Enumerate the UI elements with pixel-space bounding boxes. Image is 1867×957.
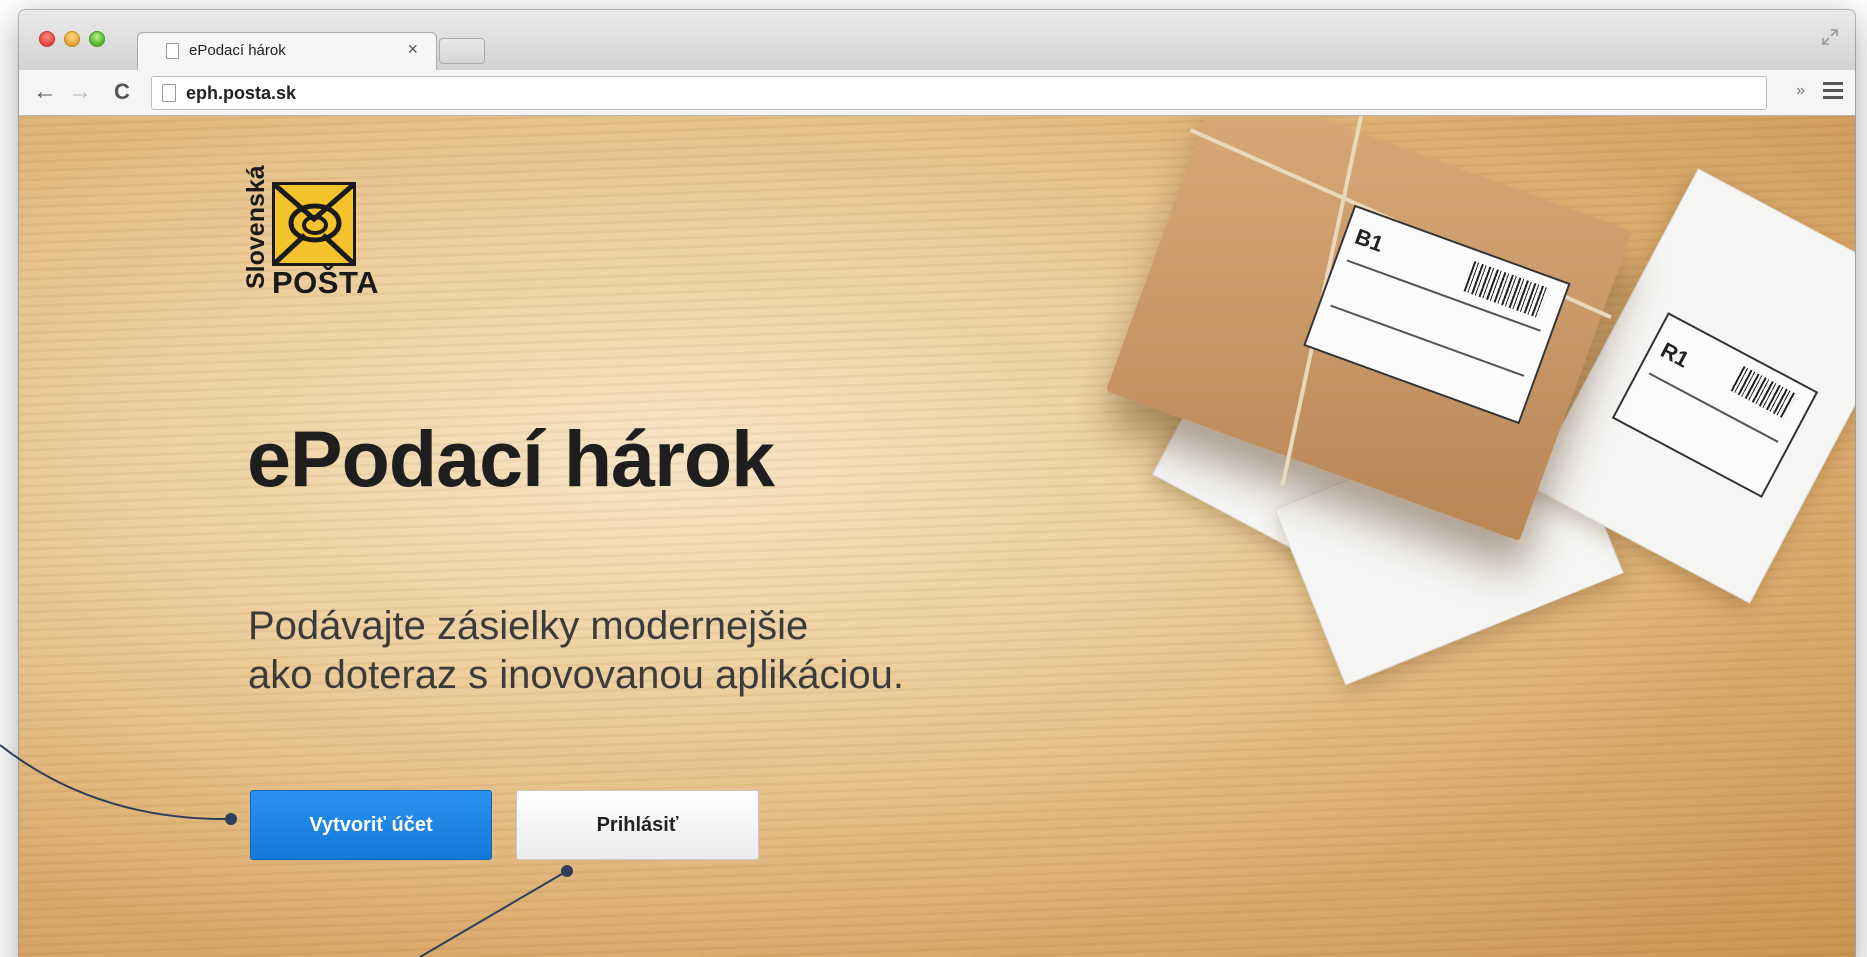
address-input[interactable] (186, 80, 1746, 106)
hero-subtitle: Podávajte zásielky modernejšie ako doter… (248, 602, 1008, 700)
tab-strip: ePodací hárok × (19, 10, 1855, 72)
browser-toolbar: ← → C » (19, 70, 1855, 116)
new-tab-button[interactable] (439, 38, 485, 64)
side-label-code: R1 (1656, 337, 1694, 373)
hero-subtitle-line-2: ako doteraz s inovovanou aplikáciou. (248, 653, 904, 697)
window-close-button[interactable] (39, 31, 55, 47)
parcels-illustration: R1 B1 (1059, 116, 1855, 686)
create-account-button[interactable]: Vytvoriť účet (250, 790, 492, 860)
address-bar[interactable] (151, 76, 1767, 110)
menu-icon[interactable] (1823, 82, 1843, 100)
back-button[interactable]: ← (33, 78, 57, 106)
login-button[interactable]: Prihlásiť (516, 790, 759, 860)
page-icon (166, 43, 179, 59)
reload-button[interactable]: C (114, 78, 130, 106)
page-content: Slovenská POŠTA ePodací hárok Podávajte … (19, 116, 1855, 957)
parcel-label-code: B1 (1351, 223, 1387, 257)
page-icon (162, 84, 176, 102)
window-zoom-button[interactable] (89, 31, 105, 47)
tab-active[interactable]: ePodací hárok × (137, 32, 437, 72)
page-title: ePodací hárok (247, 414, 775, 503)
tab-close-icon[interactable]: × (407, 39, 418, 60)
logo-vertical-text: Slovenská (242, 165, 270, 289)
forward-button[interactable]: → (68, 78, 92, 106)
logo-text: POŠTA (272, 265, 379, 300)
tab-title: ePodací hárok (189, 42, 286, 59)
extensions-chevron-icon[interactable]: » (1796, 82, 1805, 100)
screenshot-stage: ePodací hárok × ← → C » Slovenská (0, 0, 1867, 957)
fullscreen-icon[interactable] (1821, 28, 1839, 46)
hero-subtitle-line-1: Podávajte zásielky modernejšie (248, 604, 809, 648)
posthorn-icon (272, 182, 356, 266)
browser-window: ePodací hárok × ← → C » Slovenská (19, 10, 1855, 957)
window-minimize-button[interactable] (64, 31, 80, 47)
